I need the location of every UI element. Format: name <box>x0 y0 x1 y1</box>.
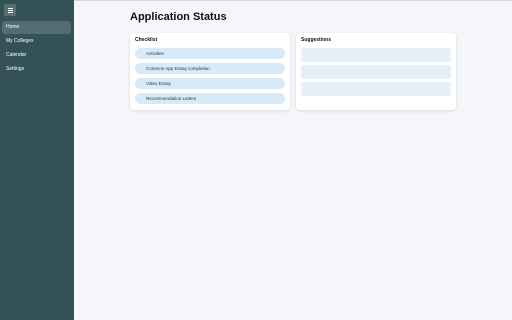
checklist-item-video-essay[interactable]: Video Essay <box>135 78 285 89</box>
sidebar-item-my-colleges[interactable]: My Colleges <box>2 35 71 48</box>
sidebar-item-home[interactable]: Home <box>2 21 71 34</box>
sidebar: Home My Colleges Calendar Settings <box>0 0 74 320</box>
app-root: Home My Colleges Calendar Settings Appli… <box>0 0 512 320</box>
sidebar-nav: Home My Colleges Calendar Settings <box>2 21 71 77</box>
suggestions-title: Suggestions <box>301 37 332 43</box>
checklist-item-activities[interactable]: Activities <box>135 48 285 59</box>
suggestions-card: Suggestions <box>296 33 456 110</box>
checklist-card: Checklist Activities Common App Essay co… <box>130 33 290 110</box>
sidebar-item-settings[interactable]: Settings <box>2 63 71 76</box>
checklist-item-recommendation-letters[interactable]: Recommendation Letters <box>135 93 285 104</box>
checklist-item-common-app-essay[interactable]: Common App Essay completion <box>135 63 285 74</box>
suggestion-item[interactable] <box>301 65 451 79</box>
checklist-list: Activities Common App Essay completion V… <box>135 48 285 108</box>
sidebar-item-calendar[interactable]: Calendar <box>2 49 71 62</box>
top-divider <box>0 0 512 1</box>
hamburger-menu-icon[interactable] <box>4 4 16 16</box>
suggestions-list <box>301 48 451 99</box>
suggestion-item[interactable] <box>301 48 451 62</box>
suggestion-item[interactable] <box>301 82 451 96</box>
page-title: Application Status <box>130 11 227 23</box>
checklist-title: Checklist <box>135 37 158 43</box>
